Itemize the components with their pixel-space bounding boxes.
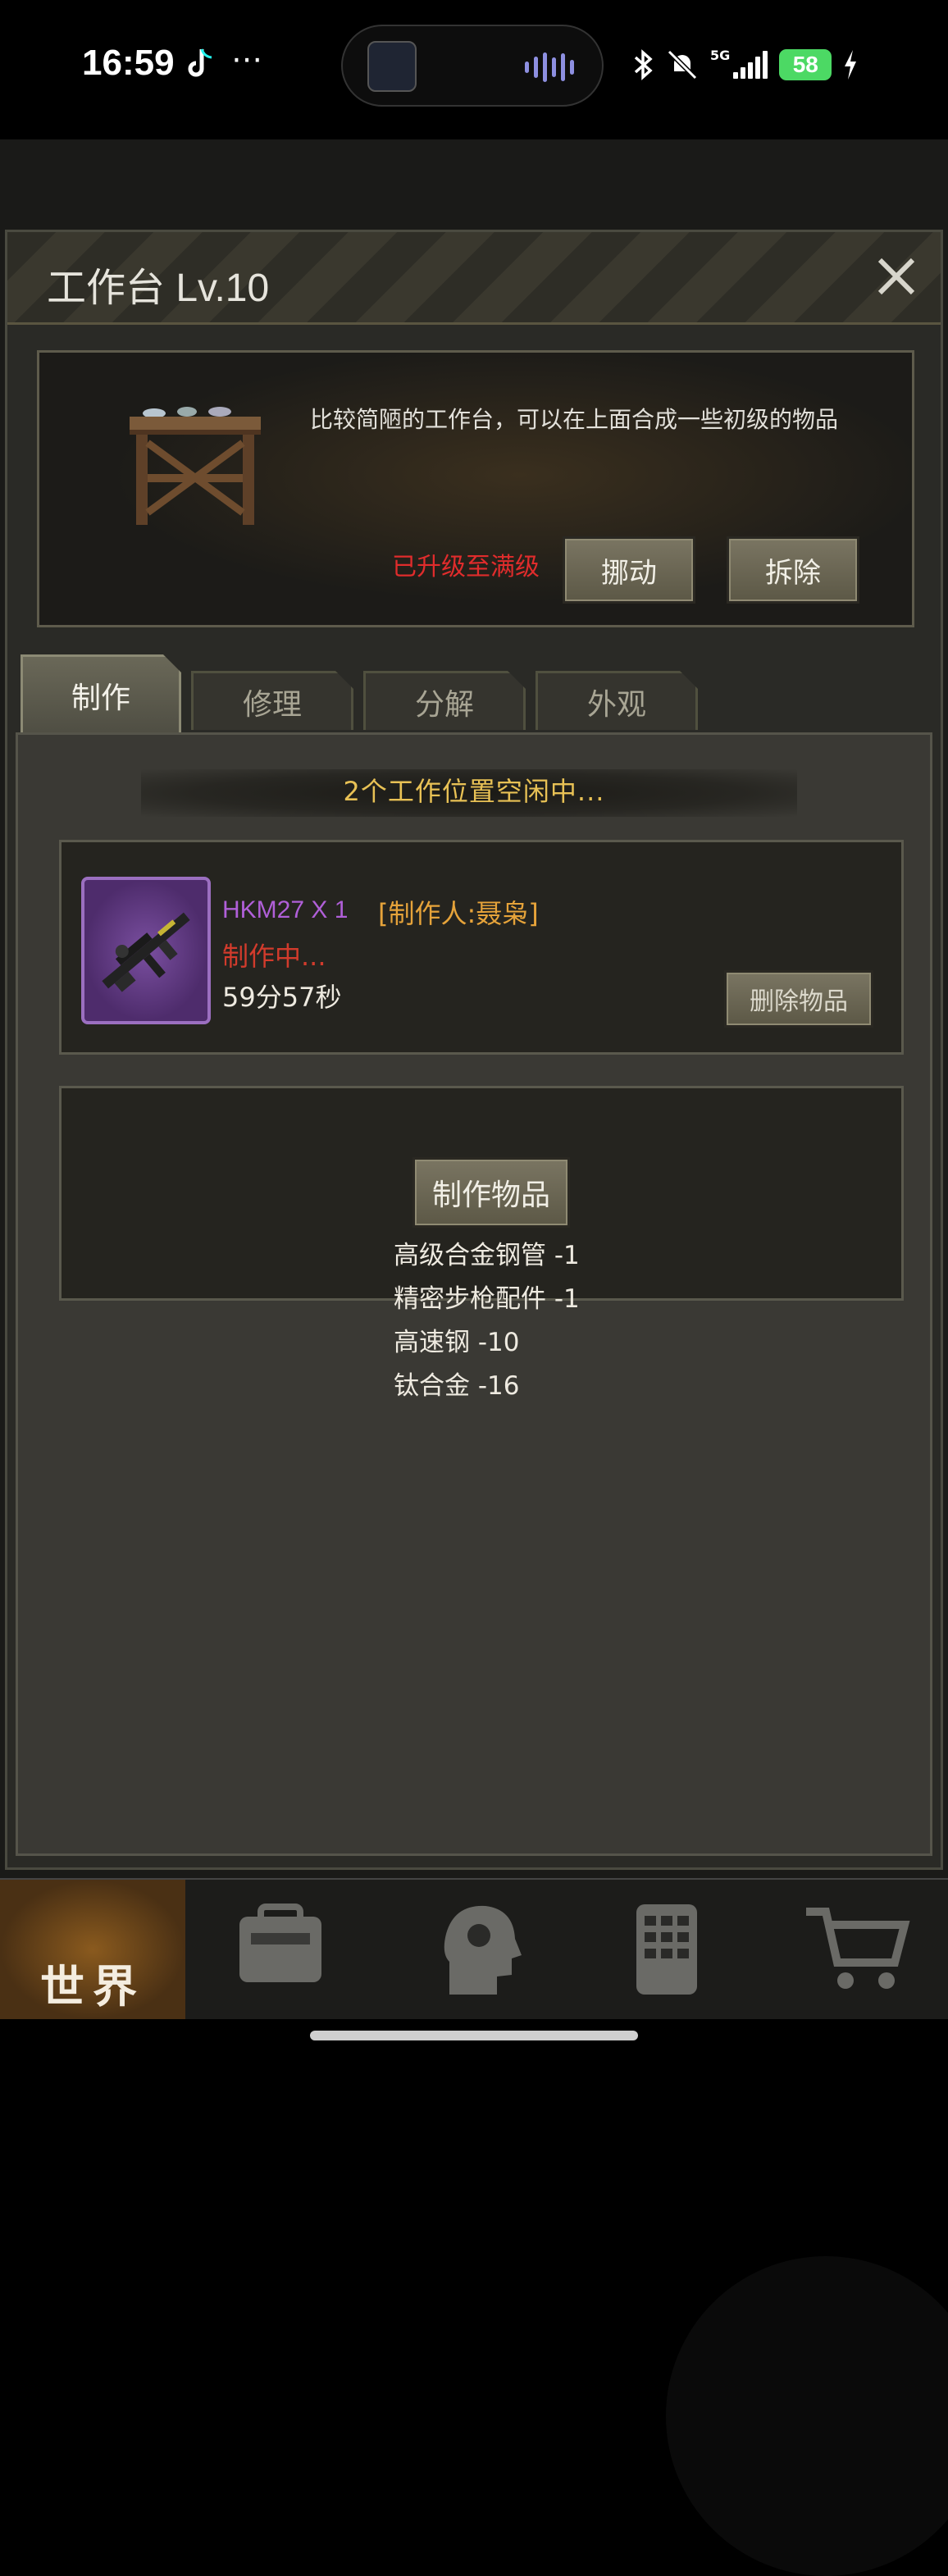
- close-button[interactable]: [870, 250, 923, 303]
- item-name: HKM27 X 1: [222, 896, 349, 923]
- tab-repair[interactable]: 修理: [191, 671, 353, 730]
- tiktok-icon: [187, 48, 215, 80]
- bluetooth-icon: [634, 49, 653, 80]
- dialog-titlebar: 工作台 Lv.10: [7, 232, 941, 325]
- close-icon: [877, 258, 915, 295]
- material-item: 精密步枪配件 -1: [394, 1284, 580, 1314]
- status-bar: 16:59 ⋯ 5G 58: [0, 0, 948, 139]
- network-type: 5G: [710, 47, 731, 63]
- rifle-icon: [102, 912, 190, 992]
- tab-salvage[interactable]: 分解: [363, 671, 526, 730]
- max-level-label: 已升级至满级: [392, 553, 540, 581]
- material-item: 高速钢 -10: [394, 1328, 520, 1357]
- craft-time-left: 59分57秒: [222, 982, 342, 1013]
- signal-icon: [733, 51, 768, 79]
- home-indicator[interactable]: [310, 2031, 638, 2040]
- bottom-nav: 世界: [0, 1878, 948, 2019]
- cart-icon: [806, 1908, 910, 1989]
- dismantle-button[interactable]: 拆除: [727, 536, 859, 604]
- music-cover-icon: [367, 41, 417, 92]
- nav-backpack[interactable]: [189, 1880, 374, 2019]
- status-time: 16:59: [82, 43, 175, 83]
- workbench-dialog: 工作台 Lv.10 比较简陋的工作台，可以在上面合成一些初级的物品 已升级至满级…: [5, 230, 948, 2576]
- material-list: 高级合金钢管 -1 精密步枪配件 -1 高速钢 -10 钛合金 -16: [394, 1234, 580, 1408]
- audio-wave-icon: [525, 51, 574, 84]
- charging-icon: [845, 50, 857, 80]
- nav-world-label: 世界: [40, 1960, 145, 2013]
- move-button[interactable]: 挪动: [563, 536, 695, 604]
- backpack-icon: [239, 1904, 321, 1982]
- nav-shop[interactable]: [763, 1880, 948, 2019]
- workbench-description: 比较简陋的工作台，可以在上面合成一些初级的物品: [310, 406, 839, 433]
- nav-phone[interactable]: [574, 1880, 759, 2019]
- battery-indicator: 58: [779, 49, 832, 80]
- radiation-watermark-icon: [666, 2256, 948, 2576]
- dynamic-island[interactable]: [341, 25, 604, 107]
- status-icons: 5G 58: [633, 44, 858, 85]
- nav-world[interactable]: 世界: [0, 1880, 185, 2019]
- craft-slot: HKM27 X 1 [制作人:聂枭] 制作中... 59分57秒 删除物品: [59, 840, 904, 1055]
- mute-bell-icon: [667, 49, 698, 80]
- dialog-title: 工作台 Lv.10: [47, 267, 270, 310]
- nav-character[interactable]: [385, 1880, 571, 2019]
- delete-item-button[interactable]: 删除物品: [724, 970, 873, 1028]
- more-notifications-icon: ⋯: [231, 41, 262, 77]
- tab-craft[interactable]: 制作: [21, 654, 181, 733]
- material-item: 钛合金 -16: [394, 1371, 520, 1401]
- item-icon[interactable]: [81, 877, 211, 1024]
- idle-status: 2个工作位置空闲中...: [343, 776, 605, 807]
- item-maker: [制作人:聂枭]: [378, 898, 539, 929]
- keypad-icon: [636, 1904, 697, 1995]
- workbench-info: 比较简陋的工作台，可以在上面合成一些初级的物品 已升级至满级 挪动 拆除: [37, 350, 914, 627]
- tab-appearance[interactable]: 外观: [536, 671, 698, 730]
- material-item: 高级合金钢管 -1: [394, 1241, 580, 1270]
- head-gear-icon: [444, 1905, 522, 1995]
- craft-item-button[interactable]: 制作物品: [412, 1157, 570, 1228]
- craft-status: 制作中...: [222, 941, 326, 972]
- workbench-image: [130, 407, 261, 525]
